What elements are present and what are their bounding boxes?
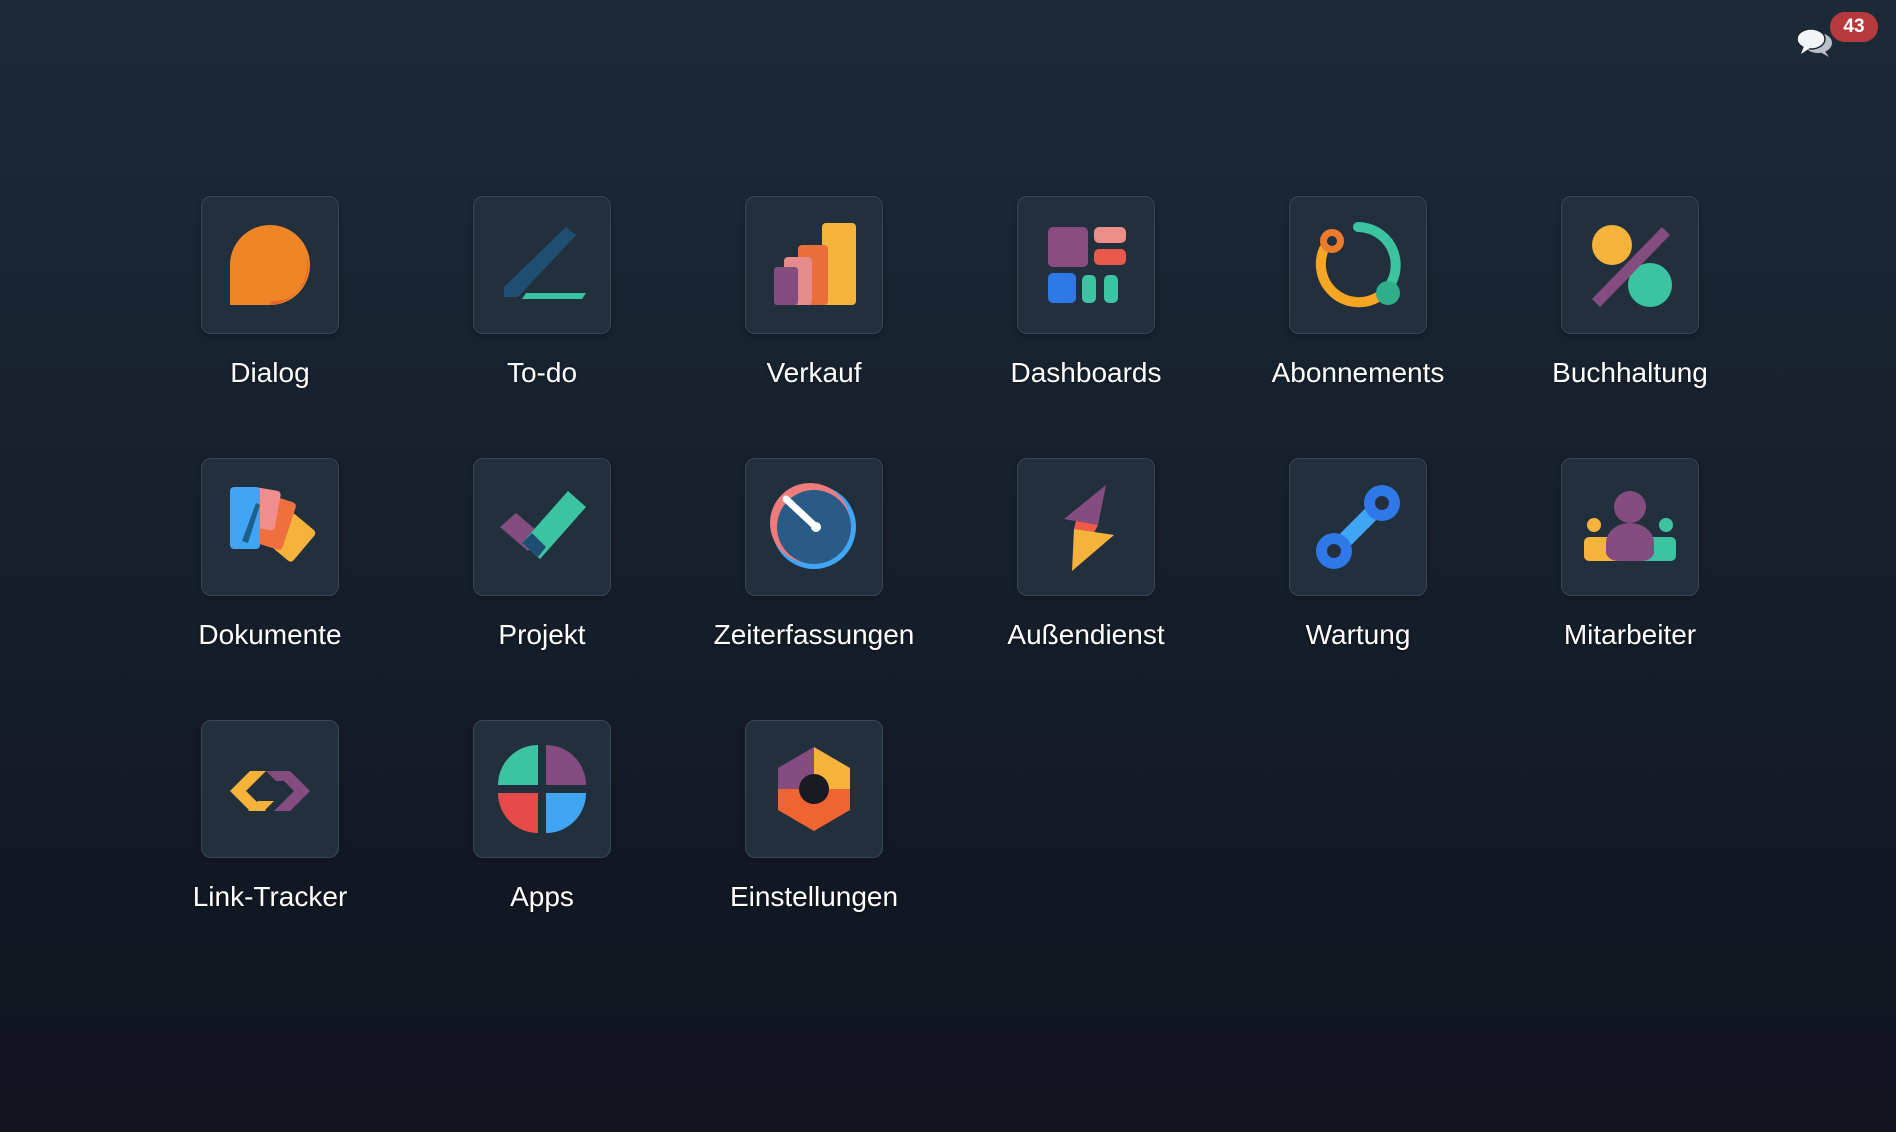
messages-count-badge: 43 <box>1830 12 1878 42</box>
app-timesheets[interactable]: Zeiterfassungen <box>678 458 950 720</box>
project-icon <box>473 458 611 596</box>
apps-icon <box>473 720 611 858</box>
maintenance-icon <box>1289 458 1427 596</box>
app-apps[interactable]: Apps <box>406 720 678 982</box>
app-label: Projekt <box>498 619 586 650</box>
app-label: Link-Tracker <box>192 881 348 912</box>
app-link-tracker[interactable]: Link-Tracker <box>134 720 406 982</box>
sales-icon <box>745 196 883 334</box>
app-label: Dashboards <box>1010 357 1162 388</box>
field-service-icon <box>1017 458 1155 596</box>
documents-icon <box>201 458 339 596</box>
app-label: Einstellungen <box>729 881 899 912</box>
app-field-service[interactable]: Außendienst <box>950 458 1222 720</box>
app-dashboards[interactable]: Dashboards <box>950 196 1222 458</box>
app-label: Dokumente <box>198 619 342 650</box>
app-label: Abonnements <box>1271 357 1445 388</box>
app-todo[interactable]: To-do <box>406 196 678 458</box>
app-label: To-do <box>506 357 578 388</box>
timesheets-icon <box>745 458 883 596</box>
messages-button[interactable]: 43 <box>1796 12 1878 62</box>
accounting-icon <box>1561 196 1699 334</box>
app-label: Apps <box>510 881 574 912</box>
app-accounting[interactable]: Buchhaltung <box>1494 196 1766 458</box>
settings-icon <box>745 720 883 858</box>
app-label: Außendienst <box>1007 619 1165 650</box>
todo-icon <box>473 196 611 334</box>
app-grid: Dialog To-do Verkauf Dashboards Abonneme… <box>134 196 1770 982</box>
app-label: Mitarbeiter <box>1563 619 1697 650</box>
dialog-icon <box>201 196 339 334</box>
link-tracker-icon <box>201 720 339 858</box>
app-employees[interactable]: Mitarbeiter <box>1494 458 1766 720</box>
app-subscriptions[interactable]: Abonnements <box>1222 196 1494 458</box>
app-label: Wartung <box>1305 619 1411 650</box>
app-label: Dialog <box>230 357 310 388</box>
app-documents[interactable]: Dokumente <box>134 458 406 720</box>
app-project[interactable]: Projekt <box>406 458 678 720</box>
employees-icon <box>1561 458 1699 596</box>
dashboards-icon <box>1017 196 1155 334</box>
app-label: Buchhaltung <box>1552 357 1708 388</box>
app-settings[interactable]: Einstellungen <box>678 720 950 982</box>
app-label: Zeiterfassungen <box>713 619 915 650</box>
app-sales[interactable]: Verkauf <box>678 196 950 458</box>
subscriptions-icon <box>1289 196 1427 334</box>
app-label: Verkauf <box>766 357 862 388</box>
app-dialog[interactable]: Dialog <box>134 196 406 458</box>
app-maintenance[interactable]: Wartung <box>1222 458 1494 720</box>
